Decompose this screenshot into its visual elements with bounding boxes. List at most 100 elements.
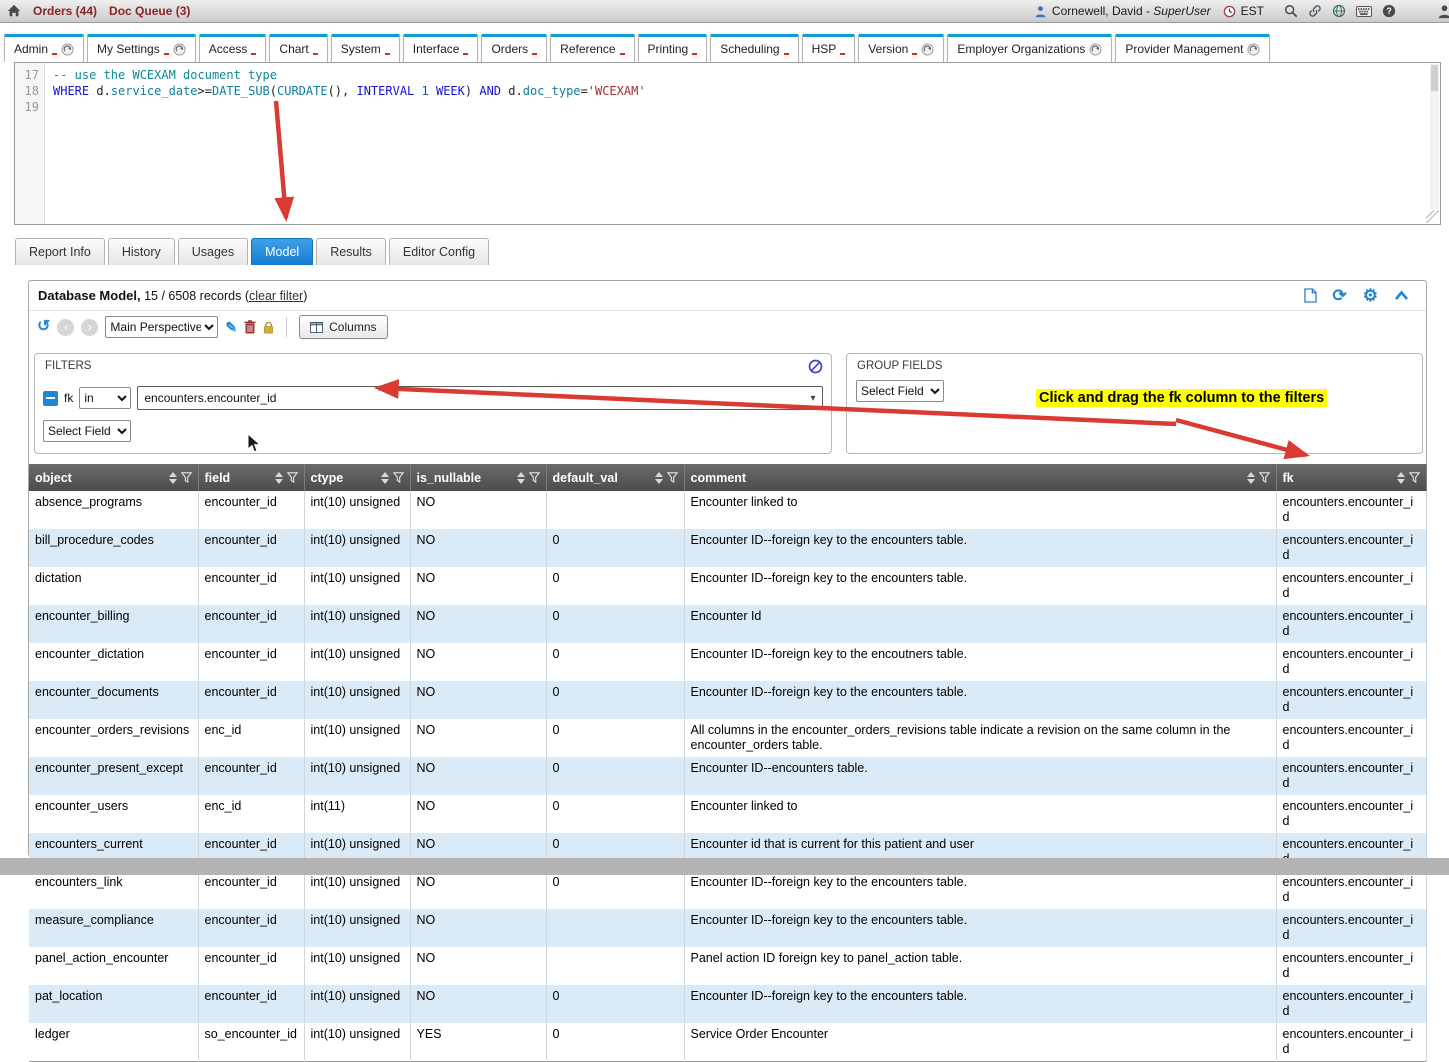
column-header-comment[interactable]: comment <box>684 464 1276 491</box>
table-row-encounter_billing[interactable]: encounter_billingencounter_idint(10) uns… <box>29 605 1426 643</box>
nav-tab-interface[interactable]: Interface <box>403 34 479 62</box>
sort-icon[interactable] <box>655 472 663 484</box>
column-header-object[interactable]: object <box>29 464 198 491</box>
user-partial-icon[interactable] <box>1437 4 1449 19</box>
filter-funnel-icon[interactable] <box>181 472 192 483</box>
nav-tab-label: System <box>341 42 381 56</box>
column-header-default_val[interactable]: default_val <box>546 464 684 491</box>
table-row-panel_action_encounter[interactable]: panel_action_encounterencounter_idint(10… <box>29 947 1426 985</box>
table-row-encounter_dictation[interactable]: encounter_dictationencounter_idint(10) u… <box>29 643 1426 681</box>
group-add-field-select[interactable]: Select Field <box>856 380 944 402</box>
filter-funnel-icon[interactable] <box>393 472 404 483</box>
history-forward-icon[interactable]: › <box>81 319 98 336</box>
combo-dropdown-icon[interactable]: ▾ <box>804 393 822 404</box>
column-header-is_nullable[interactable]: is_nullable <box>410 464 546 491</box>
nav-tab-employer-organizations[interactable]: Employer Organizations <box>947 34 1112 62</box>
code-line-18[interactable]: WHERE d.service_date>=DATE_SUB(CURDATE()… <box>53 83 1424 99</box>
table-row-measure_compliance[interactable]: measure_complianceencounter_idint(10) un… <box>29 909 1426 947</box>
popout-circle-icon[interactable] <box>61 43 74 56</box>
nav-tab-reference[interactable]: Reference <box>550 34 634 62</box>
filter-funnel-icon[interactable] <box>529 472 540 483</box>
keyboard-icon[interactable] <box>1356 6 1372 17</box>
report-document-icon[interactable] <box>1304 288 1317 303</box>
code-line-19[interactable] <box>53 99 1424 115</box>
code-line-17[interactable]: -- use the WCEXAM document type <box>53 67 1424 83</box>
editor-scrollbar[interactable] <box>1430 64 1439 209</box>
table-row-encounter_users[interactable]: encounter_usersenc_idint(11)NO0Encounter… <box>29 795 1426 833</box>
table-row-encounter_orders_revisions[interactable]: encounter_orders_revisionsenc_idint(10) … <box>29 719 1426 757</box>
timezone-indicator[interactable]: EST <box>1223 4 1264 18</box>
nav-tab-scheduling[interactable]: Scheduling <box>710 34 798 62</box>
refresh-icon[interactable]: ⟳ <box>1333 287 1347 304</box>
tab-history[interactable]: History <box>108 238 175 265</box>
filter-operator-select[interactable]: in <box>79 387 131 409</box>
clear-filter-link[interactable]: clear filter <box>249 289 303 303</box>
scrollbar-thumb[interactable] <box>1431 65 1438 91</box>
search-icon[interactable] <box>1284 4 1298 18</box>
sort-icon[interactable] <box>517 472 525 484</box>
sort-icon[interactable] <box>169 472 177 484</box>
column-header-ctype[interactable]: ctype <box>304 464 410 491</box>
popout-circle-icon[interactable] <box>1247 43 1260 56</box>
sort-icon[interactable] <box>1397 472 1405 484</box>
filter-funnel-icon[interactable] <box>667 472 678 483</box>
home-icon[interactable] <box>7 4 21 18</box>
tab-report-info[interactable]: Report Info <box>15 238 105 265</box>
sort-icon[interactable] <box>1247 472 1255 484</box>
delete-trash-icon[interactable] <box>244 320 256 334</box>
table-row-bill_procedure_codes[interactable]: bill_procedure_codesencounter_idint(10) … <box>29 529 1426 567</box>
reset-undo-icon[interactable]: ↺ <box>37 319 50 335</box>
popout-circle-icon[interactable] <box>173 43 186 56</box>
nav-tab-system[interactable]: System <box>331 34 400 62</box>
table-row-ledger[interactable]: ledgerso_encounter_idint(10) unsignedYES… <box>29 1023 1426 1062</box>
gear-icon[interactable]: ⚙ <box>1363 287 1378 304</box>
table-row-encounter_documents[interactable]: encounter_documentsencounter_idint(10) u… <box>29 681 1426 719</box>
sql-editor[interactable]: 171819 -- use the WCEXAM document typeWH… <box>14 62 1441 225</box>
history-back-icon[interactable]: ‹ <box>57 319 74 336</box>
popout-circle-icon[interactable] <box>921 43 934 56</box>
perspective-select[interactable]: Main Perspective <box>105 316 218 338</box>
nav-tab-version[interactable]: Version <box>858 34 944 62</box>
help-icon[interactable]: ? <box>1382 4 1396 18</box>
tab-model[interactable]: Model <box>251 238 313 265</box>
filter-funnel-icon[interactable] <box>1409 472 1420 483</box>
table-row-dictation[interactable]: dictationencounter_idint(10) unsignedNO0… <box>29 567 1426 605</box>
filter-funnel-icon[interactable] <box>1259 472 1270 483</box>
table-row-absence_programs[interactable]: absence_programsencounter_idint(10) unsi… <box>29 491 1426 529</box>
nav-tab-provider-management[interactable]: Provider Management <box>1115 34 1270 62</box>
doc-queue-link[interactable]: Doc Queue (3) <box>109 4 190 18</box>
tab-editor-config[interactable]: Editor Config <box>389 238 489 265</box>
table-row-encounter_present_except[interactable]: encounter_present_exceptencounter_idint(… <box>29 757 1426 795</box>
remove-filter-button[interactable] <box>43 391 58 406</box>
link-icon[interactable] <box>1308 4 1322 18</box>
table-row-pat_location[interactable]: pat_locationencounter_idint(10) unsigned… <box>29 985 1426 1023</box>
column-header-field[interactable]: field <box>198 464 304 491</box>
nav-tab-chart[interactable]: Chart <box>269 34 327 62</box>
lock-icon[interactable] <box>263 321 274 334</box>
filter-funnel-icon[interactable] <box>287 472 298 483</box>
filter-value-input[interactable] <box>138 391 804 405</box>
nav-tab-hsp[interactable]: HSP <box>802 34 856 62</box>
popout-circle-icon[interactable] <box>1089 43 1102 56</box>
current-user[interactable]: Cornewell, David - SuperUser <box>1034 4 1211 18</box>
orders-queue-link[interactable]: Orders (44) <box>33 4 97 18</box>
nav-tab-admin[interactable]: Admin <box>4 34 84 62</box>
editor-resize-grip[interactable] <box>1426 210 1439 223</box>
edit-pencil-icon[interactable]: ✎ <box>225 320 237 334</box>
nav-tab-my-settings[interactable]: My Settings <box>87 34 196 62</box>
nav-tab-printing[interactable]: Printing <box>638 34 708 62</box>
table-row-encounters_link[interactable]: encounters_linkencounter_idint(10) unsig… <box>29 871 1426 909</box>
sort-icon[interactable] <box>275 472 283 484</box>
nav-tab-orders[interactable]: Orders <box>481 34 547 62</box>
globe-icon[interactable] <box>1332 4 1346 18</box>
sort-icon[interactable] <box>381 472 389 484</box>
nav-tab-access[interactable]: Access <box>199 34 267 62</box>
editor-code[interactable]: -- use the WCEXAM document typeWHERE d.s… <box>53 67 1424 115</box>
tab-usages[interactable]: Usages <box>178 238 248 265</box>
clear-all-filters-icon[interactable] <box>808 359 823 374</box>
columns-button[interactable]: Columns <box>299 315 387 339</box>
filters-add-field-select[interactable]: Select Field <box>43 420 131 442</box>
column-header-fk[interactable]: fk <box>1276 464 1426 491</box>
tab-results[interactable]: Results <box>316 238 386 265</box>
collapse-chevron-icon[interactable] <box>1394 290 1409 301</box>
